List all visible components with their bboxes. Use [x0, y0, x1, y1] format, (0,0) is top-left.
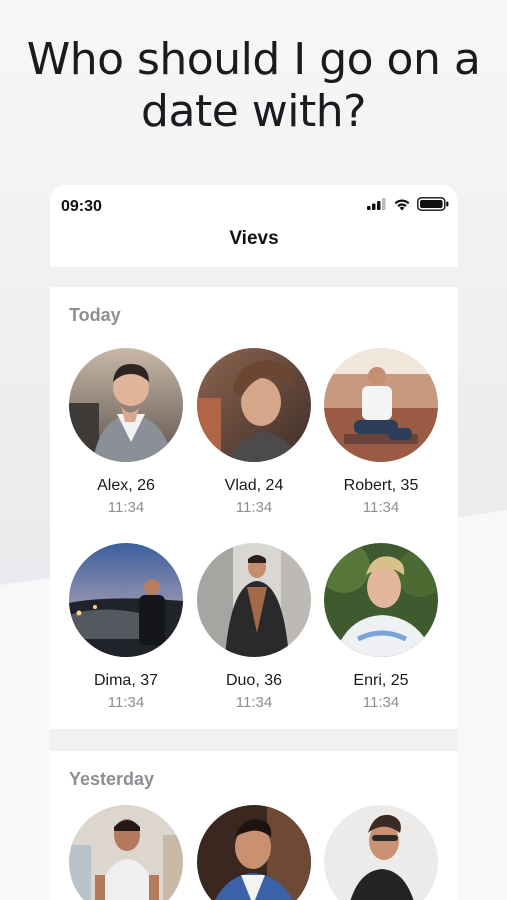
- section-title: Yesterday: [69, 769, 155, 789]
- view-time: 11:34: [107, 694, 145, 711]
- avatar[interactable]: [324, 348, 438, 462]
- profile-card[interactable]: [197, 805, 311, 900]
- profile-card[interactable]: Robert, 35 11:34: [324, 348, 438, 518]
- view-time: 11:34: [107, 499, 145, 516]
- avatar[interactable]: [197, 348, 311, 462]
- profile-name: Duo, 36: [225, 672, 283, 689]
- nav-bar: Vievs: [50, 227, 458, 267]
- profile-name: Vlad, 24: [224, 477, 284, 494]
- view-time: 11:34: [362, 499, 400, 516]
- profile-name: Dima, 37: [93, 672, 159, 689]
- battery-icon: [417, 197, 449, 211]
- avatar[interactable]: [69, 348, 183, 462]
- avatar[interactable]: [197, 543, 311, 657]
- section-yesterday: Yesterday: [50, 751, 458, 900]
- view-time: 11:34: [235, 694, 273, 711]
- section-title: Today: [69, 305, 121, 325]
- avatar[interactable]: [324, 543, 438, 657]
- profile-name: Alex, 26: [97, 477, 155, 494]
- status-icons: [367, 197, 449, 211]
- signal-icon: [367, 198, 386, 210]
- profile-name: Enri, 25: [353, 672, 409, 689]
- avatar[interactable]: [324, 805, 438, 900]
- phone-screen: 09:30 Vievs Today Alex, 26 11:34 Vlad, 2…: [50, 185, 458, 900]
- page-title: Vievs: [229, 228, 279, 249]
- avatar[interactable]: [69, 543, 183, 657]
- profile-card[interactable]: [69, 805, 183, 900]
- status-time: 09:30: [61, 198, 102, 215]
- profile-name: Robert, 35: [343, 477, 419, 494]
- profile-card[interactable]: Dima, 37 11:34: [69, 543, 183, 713]
- headline: Who should I go on a date with?: [26, 34, 481, 137]
- avatar[interactable]: [69, 805, 183, 900]
- avatar[interactable]: [197, 805, 311, 900]
- profile-card[interactable]: Alex, 26 11:34: [69, 348, 183, 518]
- profile-card[interactable]: Duo, 36 11:34: [197, 543, 311, 713]
- section-today: Today Alex, 26 11:34 Vlad, 24 11:34 Robe…: [50, 287, 458, 729]
- wifi-icon: [394, 199, 410, 210]
- view-time: 11:34: [235, 499, 273, 516]
- status-bar: 09:30: [50, 185, 458, 227]
- profile-card[interactable]: Vlad, 24 11:34: [197, 348, 311, 518]
- view-time: 11:34: [362, 694, 400, 711]
- profile-card[interactable]: [324, 805, 438, 900]
- profile-card[interactable]: Enri, 25 11:34: [324, 543, 438, 713]
